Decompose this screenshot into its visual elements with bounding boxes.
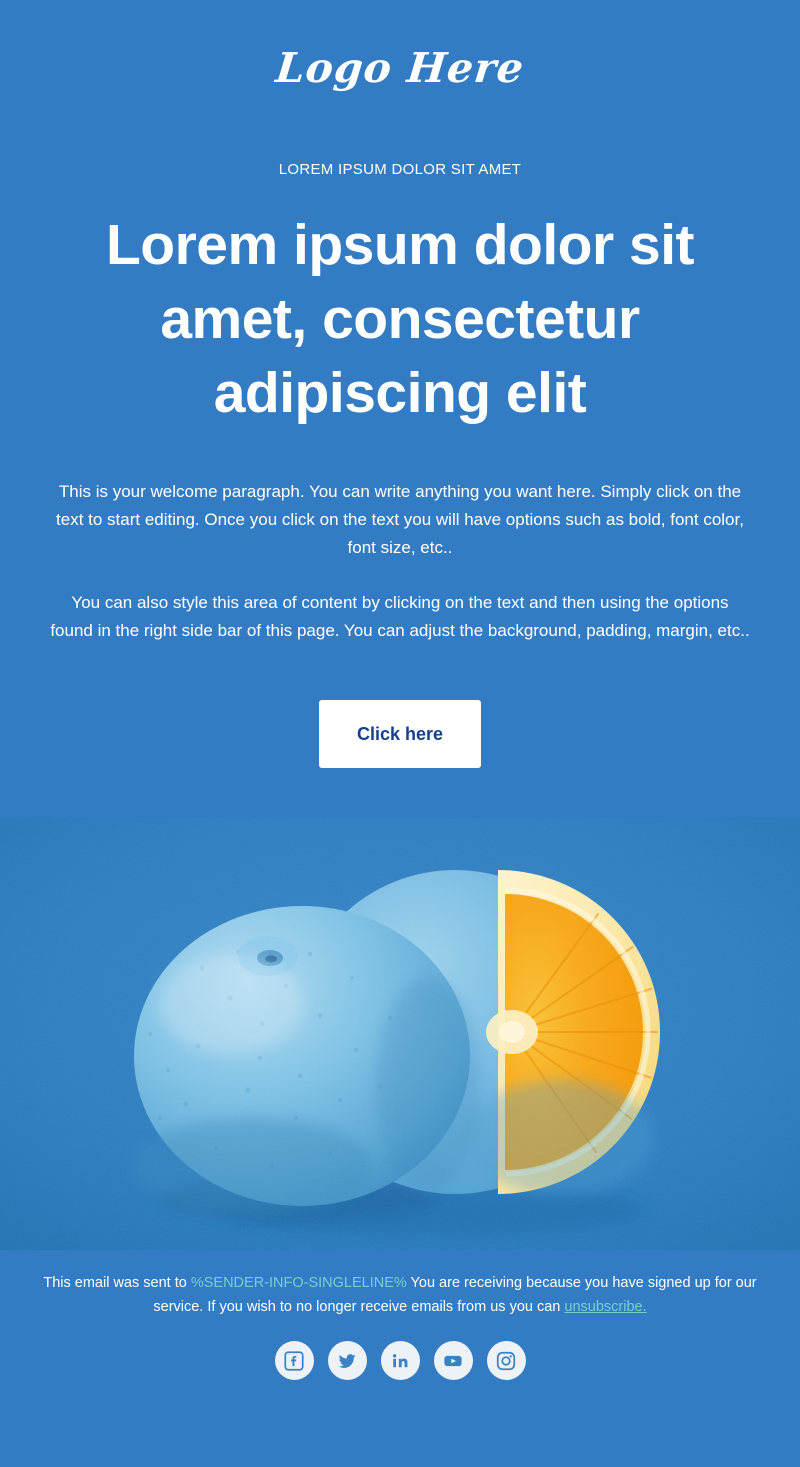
unsubscribe-link[interactable]: unsubscribe. <box>564 1299 646 1315</box>
hero-section: LOREM IPSUM DOLOR SIT AMET Lorem ipsum d… <box>0 119 800 431</box>
body-paragraph-1: This is your welcome paragraph. You can … <box>56 482 744 557</box>
instagram-link[interactable] <box>486 1341 526 1381</box>
youtube-link[interactable] <box>433 1341 473 1381</box>
linkedin-icon <box>392 1353 408 1367</box>
header: Logo Here <box>0 0 800 120</box>
hero-eyebrow: LOREM IPSUM DOLOR SIT AMET <box>278 161 522 179</box>
footer-text-before-tag: This email was sent to <box>43 1275 191 1292</box>
twitter-icon <box>338 1353 356 1368</box>
sender-info-merge-tag: %SENDER-INFO-SINGLELINE% <box>190 1275 407 1292</box>
footer-legal-text: This email was sent to %SENDER-INFO-SING… <box>38 1272 762 1319</box>
youtube-icon <box>444 1355 462 1366</box>
cta-section: Click here <box>0 644 800 769</box>
page-title: Lorem ipsum dolor sit amet, consectetur … <box>105 213 695 426</box>
facebook-icon <box>284 1351 304 1371</box>
body-section: This is your welcome paragraph. You can … <box>0 430 800 645</box>
click-here-button[interactable]: Click here <box>318 700 482 769</box>
blue-oranges-photo <box>0 818 800 1251</box>
instagram-icon <box>496 1351 516 1370</box>
email-template: Logo Here LOREM IPSUM DOLOR SIT AMET Lor… <box>0 0 800 1467</box>
body-paragraph-2: You can also style this area of content … <box>50 593 750 640</box>
footer: This email was sent to %SENDER-INFO-SING… <box>0 1250 800 1411</box>
hero-image-section <box>0 818 800 1251</box>
logo: Logo Here <box>273 44 527 92</box>
social-links <box>38 1341 762 1381</box>
linkedin-link[interactable] <box>380 1341 420 1381</box>
facebook-link[interactable] <box>274 1341 314 1381</box>
twitter-link[interactable] <box>327 1341 367 1381</box>
